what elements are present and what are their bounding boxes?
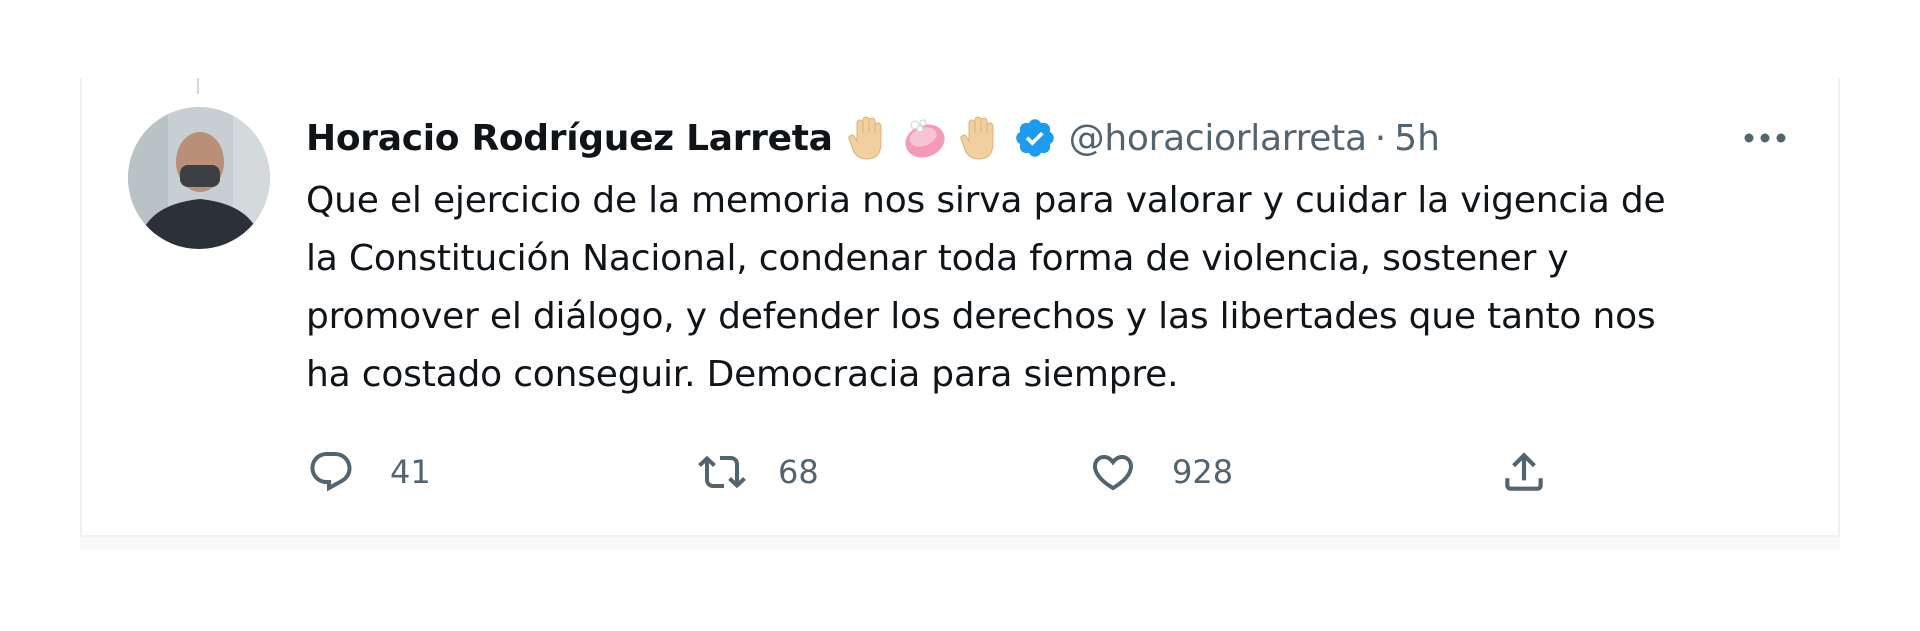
verified-badge-icon[interactable]: [1013, 116, 1057, 160]
soap-emoji: [901, 115, 949, 161]
reply-bubble-icon: [310, 452, 352, 492]
retweet-count: 68: [778, 453, 819, 491]
tweet-text-line: Que el ejercicio de la memoria nos sirva…: [306, 180, 1666, 221]
share-icon: [1505, 452, 1543, 491]
more-dots-icon: [1744, 133, 1786, 143]
raised-hand-emoji: [847, 115, 891, 161]
avatar-photo-icon: [128, 107, 270, 249]
retweet-icon: [698, 455, 746, 489]
share-button[interactable]: [1498, 444, 1550, 500]
name-emojis: [847, 115, 1057, 161]
tweet-text-line: la Constitución Nacional, condenar toda …: [306, 238, 1569, 279]
tweet-timestamp[interactable]: 5h: [1394, 118, 1440, 159]
tweet-card-divider: [80, 535, 1840, 549]
separator-dot: ·: [1374, 117, 1387, 159]
tweet-text: Que el ejercicio de la memoria nos sirva…: [306, 172, 1806, 404]
tweet-text-line: promover el diálogo, y defender los dere…: [306, 296, 1656, 337]
avatar[interactable]: [128, 107, 270, 249]
more-options-button[interactable]: [1740, 120, 1790, 156]
like-count: 928: [1172, 453, 1234, 491]
like-button[interactable]: 928: [1088, 444, 1233, 500]
thread-connector-line: [197, 78, 199, 94]
tweet-text-line: ha costado conseguir. Democracia para si…: [306, 354, 1179, 395]
raised-hand-emoji: [959, 115, 1003, 161]
tweet-header: Horacio Rodríguez Larreta @horaciorlarre…: [306, 108, 1440, 168]
retweet-button[interactable]: 68: [694, 444, 819, 500]
reply-button[interactable]: 41: [306, 444, 431, 500]
author-handle[interactable]: @horaciorlarreta: [1069, 118, 1367, 159]
reply-count: 41: [390, 453, 431, 491]
author-name[interactable]: Horacio Rodríguez Larreta: [306, 118, 833, 159]
heart-icon: [1092, 455, 1134, 491]
